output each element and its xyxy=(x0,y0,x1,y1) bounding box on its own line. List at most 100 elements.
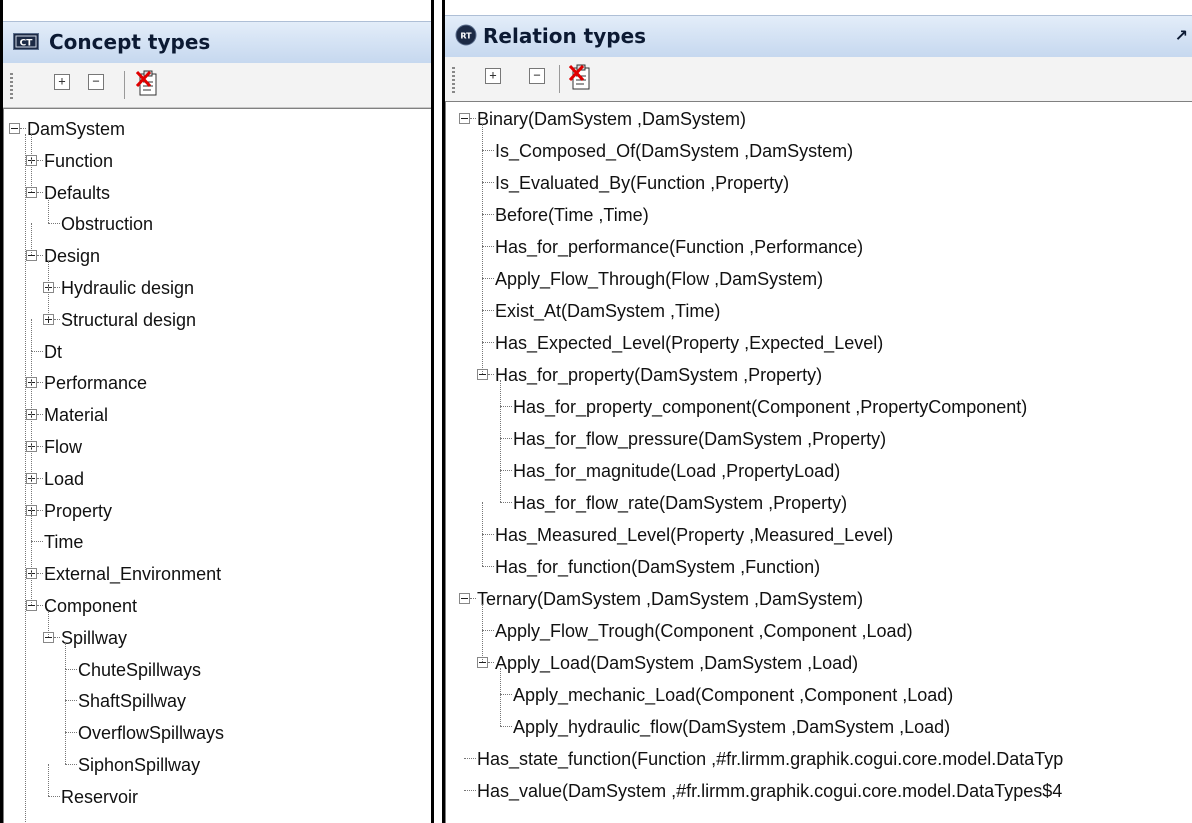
tree-node[interactable]: Apply_hydraulic_flow(DamSystem ,DamSyste… xyxy=(446,712,1192,743)
tree-node[interactable]: Component xyxy=(4,591,431,622)
tree-node-label: DamSystem xyxy=(27,119,126,139)
tree-node-label: Is_Composed_Of(DamSystem ,DamSystem) xyxy=(495,141,854,161)
tree-node[interactable]: Time xyxy=(4,527,431,558)
tree-connector xyxy=(54,287,60,288)
tree-connector xyxy=(482,566,494,567)
toolbar-separator xyxy=(559,65,560,93)
delete-icon[interactable] xyxy=(569,63,593,91)
tree-connector xyxy=(500,380,501,406)
concept-types-title: Concept types xyxy=(49,30,211,54)
tree-connector xyxy=(31,509,32,542)
tree-node[interactable]: Has_Measured_Level(Property ,Measured_Le… xyxy=(446,520,1192,551)
tree-connector xyxy=(488,662,494,663)
tree-node-label: Material xyxy=(44,405,109,426)
tree-node[interactable]: Defaults xyxy=(4,178,431,209)
tree-node-label: Apply_Load(DamSystem ,DamSystem ,Load) xyxy=(495,653,859,673)
tree-node[interactable]: Has_for_flow_rate(DamSystem ,Property) xyxy=(446,488,1192,519)
tree-node[interactable]: Apply_Flow_Trough(Component ,Component ,… xyxy=(446,616,1192,647)
tree-connector xyxy=(500,470,501,502)
tree-connector xyxy=(31,573,32,605)
tree-node[interactable]: Flow xyxy=(4,432,431,463)
tree-connector xyxy=(482,310,483,342)
toolbar-grip[interactable] xyxy=(10,73,13,99)
tree-node[interactable]: Has_value(DamSystem ,#fr.lirmm.graphik.c… xyxy=(446,776,1192,807)
tree-node-label: Time xyxy=(44,532,84,553)
tree-node[interactable]: Has_for_function(DamSystem ,Function) xyxy=(446,552,1192,583)
tree-connector xyxy=(482,182,483,214)
tree-node[interactable]: Dt xyxy=(4,337,431,368)
tree-node-label: Is_Evaluated_By(Function ,Property) xyxy=(495,173,790,193)
tree-node-label: Apply_Flow_Trough(Component ,Component ,… xyxy=(495,621,913,641)
expand-all-button[interactable]: + xyxy=(485,68,501,84)
tree-connector xyxy=(37,255,43,257)
tree-connector xyxy=(464,790,476,791)
tree-node[interactable]: Is_Evaluated_By(Function ,Property) xyxy=(446,168,1192,199)
tree-node[interactable]: Obstruction xyxy=(4,209,431,240)
tree-node[interactable]: Has_Expected_Level(Property ,Expected_Le… xyxy=(446,328,1192,359)
tree-node-label: Has_for_function(DamSystem ,Function) xyxy=(495,557,821,577)
tree-connector xyxy=(37,446,43,447)
tree-node[interactable]: Reservoir xyxy=(4,782,431,813)
tree-node[interactable]: Has_for_flow_pressure(DamSystem ,Propert… xyxy=(446,424,1192,455)
tree-node-label: Reservoir xyxy=(61,786,139,807)
tree-node[interactable]: Apply_Load(DamSystem ,DamSystem ,Load) xyxy=(446,648,1192,679)
tree-node[interactable]: Material xyxy=(4,400,431,431)
collapse-all-button[interactable]: − xyxy=(529,68,545,84)
tree-node-label: OverflowSpillways xyxy=(78,723,225,744)
tree-node[interactable]: Function xyxy=(4,146,431,177)
tree-node[interactable]: Load xyxy=(4,464,431,495)
tree-node[interactable]: DamSystem xyxy=(4,114,431,145)
expand-all-button[interactable]: + xyxy=(54,74,70,90)
tree-node[interactable]: Hydraulic design xyxy=(4,273,431,304)
tree-node[interactable]: Has_for_property(DamSystem ,Property) xyxy=(446,360,1192,391)
tree-node[interactable]: OverflowSpillways xyxy=(4,718,431,749)
tree-connector xyxy=(20,128,26,129)
tree-node[interactable]: Binary(DamSystem ,DamSystem) xyxy=(446,104,1192,135)
collapse-icon[interactable] xyxy=(459,593,470,604)
collapse-icon[interactable] xyxy=(9,123,20,134)
tree-connector xyxy=(31,159,32,192)
tree-node[interactable]: ChuteSpillways xyxy=(4,655,431,686)
tree-connector xyxy=(482,502,483,534)
tree-node-label: Exist_At(DamSystem ,Time) xyxy=(495,301,721,321)
tree-connector xyxy=(65,668,66,701)
tree-node[interactable]: Ternary(DamSystem ,DamSystem ,DamSystem) xyxy=(446,584,1192,615)
toolbar-grip[interactable] xyxy=(452,67,455,93)
relation-types-header: RT Relation types ↗ xyxy=(445,15,1192,58)
collapse-all-button[interactable]: − xyxy=(88,74,104,90)
tree-node-label: Binary(DamSystem ,DamSystem) xyxy=(477,109,747,129)
tree-node[interactable]: SiphonSpillway xyxy=(4,750,431,781)
tree-node[interactable]: Apply_mechanic_Load(Component ,Component… xyxy=(446,680,1192,711)
tree-node[interactable]: Has_state_function(Function ,#fr.lirmm.g… xyxy=(446,744,1192,775)
tree-node[interactable]: Performance xyxy=(4,368,431,399)
pin-icon[interactable]: ↗ xyxy=(1175,26,1188,45)
tree-node[interactable]: Has_for_performance(Function ,Performanc… xyxy=(446,232,1192,263)
tree-node[interactable]: ShaftSpillway xyxy=(4,686,431,717)
tree-node[interactable]: Is_Composed_Of(DamSystem ,DamSystem) xyxy=(446,136,1192,167)
tree-node[interactable]: Apply_Flow_Through(Flow ,DamSystem) xyxy=(446,264,1192,295)
tree-node[interactable]: Has_for_magnitude(Load ,PropertyLoad) xyxy=(446,456,1192,487)
tree-node-label: Has_for_property(DamSystem ,Property) xyxy=(495,365,823,385)
relation-toolbar: + − xyxy=(445,57,1192,102)
tree-node[interactable]: Has_for_property_component(Component ,Pr… xyxy=(446,392,1192,423)
svg-text:RT: RT xyxy=(460,32,472,41)
delete-icon[interactable] xyxy=(136,69,160,97)
tree-node[interactable]: Before(Time ,Time) xyxy=(446,200,1192,231)
tree-connector xyxy=(31,541,32,574)
tree-connector xyxy=(65,700,77,702)
tree-node[interactable]: Exist_At(DamSystem ,Time) xyxy=(446,296,1192,327)
tree-connector xyxy=(37,605,43,606)
tree-connector xyxy=(482,534,494,535)
tree-connector xyxy=(31,223,32,256)
tree-node[interactable]: Property xyxy=(4,496,431,527)
tree-connector xyxy=(37,509,43,511)
relation-types-panel: RT Relation types ↗ + − Binary(DamSystem… xyxy=(442,0,1192,823)
tree-node[interactable]: External_Environment xyxy=(4,559,431,590)
tree-connector xyxy=(65,700,66,733)
tree-node[interactable]: Spillway xyxy=(4,623,431,654)
collapse-icon[interactable] xyxy=(459,113,470,124)
tree-connector xyxy=(48,795,60,797)
tree-node[interactable]: Structural design xyxy=(4,305,431,336)
tree-node-label: Design xyxy=(44,246,101,267)
tree-node[interactable]: Design xyxy=(4,241,431,272)
